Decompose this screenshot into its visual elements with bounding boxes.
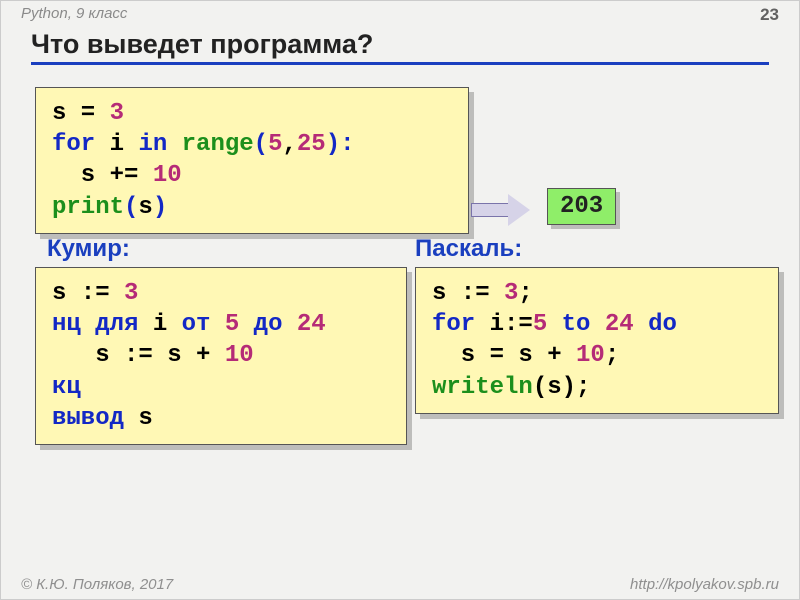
code-number: 24 [297,311,326,338]
code-number: 3 [110,100,124,127]
code-text: ; [518,280,532,307]
python-code-box: s = 3 for i in range(5,25): s += 10 prin… [35,87,469,234]
code-number: 25 [297,131,326,158]
code-text [239,311,253,338]
course-label: Python, 9 класс [21,5,127,25]
pascal-code-box: s := 3; for i:=5 to 24 do s = s + 10; wr… [415,267,779,414]
answer-value: 203 [560,193,603,220]
code-text: i [95,131,138,158]
code-text: s = s + [432,342,576,369]
code-number: 24 [605,311,634,338]
code-function: print [52,194,124,221]
code-text: , [282,131,296,158]
code-text: i [138,311,181,338]
code-text: ; [605,342,619,369]
code-text: s := [432,280,504,307]
answer-box: 203 [547,188,616,225]
code-bracket: ); [562,374,591,401]
code-number: 10 [576,342,605,369]
copyright-text: © К.Ю. Поляков, 2017 [21,576,173,593]
code-keyword: от [182,311,211,338]
code-number: 3 [504,280,518,307]
code-text [475,311,489,338]
slide-footer: © К.Ю. Поляков, 2017 http://kpolyakov.sp… [21,576,779,593]
code-number: 5 [533,311,547,338]
kumir-label: Кумир: [47,235,130,263]
code-keyword: нц для [52,311,138,338]
slide-header: Python, 9 класс 23 [21,5,779,25]
code-keyword: кц [52,374,81,401]
code-keyword: do [648,311,677,338]
code-function: writeln [432,374,533,401]
code-bracket: ( [533,374,547,401]
code-text: s := s + [52,342,225,369]
code-keyword: for [52,131,95,158]
page-number: 23 [760,5,779,25]
code-text: s [124,405,153,432]
code-number: 10 [153,162,182,189]
code-text [547,311,561,338]
code-keyword: in [138,131,167,158]
code-text [167,131,181,158]
slide: Python, 9 класс 23 Что выведет программа… [0,0,800,600]
code-text [210,311,224,338]
code-text [634,311,648,338]
code-keyword: for [432,311,475,338]
code-number: 5 [268,131,282,158]
code-keyword: вывод [52,405,124,432]
code-text [590,311,604,338]
code-bracket: ( [254,131,268,158]
code-keyword: до [254,311,283,338]
code-bracket: ): [326,131,355,158]
code-number: 3 [124,280,138,307]
kumir-code-box: s := 3 нц для i от 5 до 24 s := s + 10 к… [35,267,407,445]
code-text: s [138,194,152,221]
code-text: s = [52,100,110,127]
source-url: http://kpolyakov.spb.ru [630,576,779,593]
code-text: s += [52,162,153,189]
code-bracket: ) [153,194,167,221]
code-keyword: to [562,311,591,338]
pascal-label: Паскаль: [415,235,522,263]
slide-title: Что выведет программа? [31,29,769,65]
arrow-icon [471,194,530,226]
code-text: s := [52,280,124,307]
code-bracket: ( [124,194,138,221]
code-number: 10 [225,342,254,369]
code-text [282,311,296,338]
code-number: 5 [225,311,239,338]
code-text: s [547,374,561,401]
code-function: range [182,131,254,158]
code-text: i:= [490,311,533,338]
